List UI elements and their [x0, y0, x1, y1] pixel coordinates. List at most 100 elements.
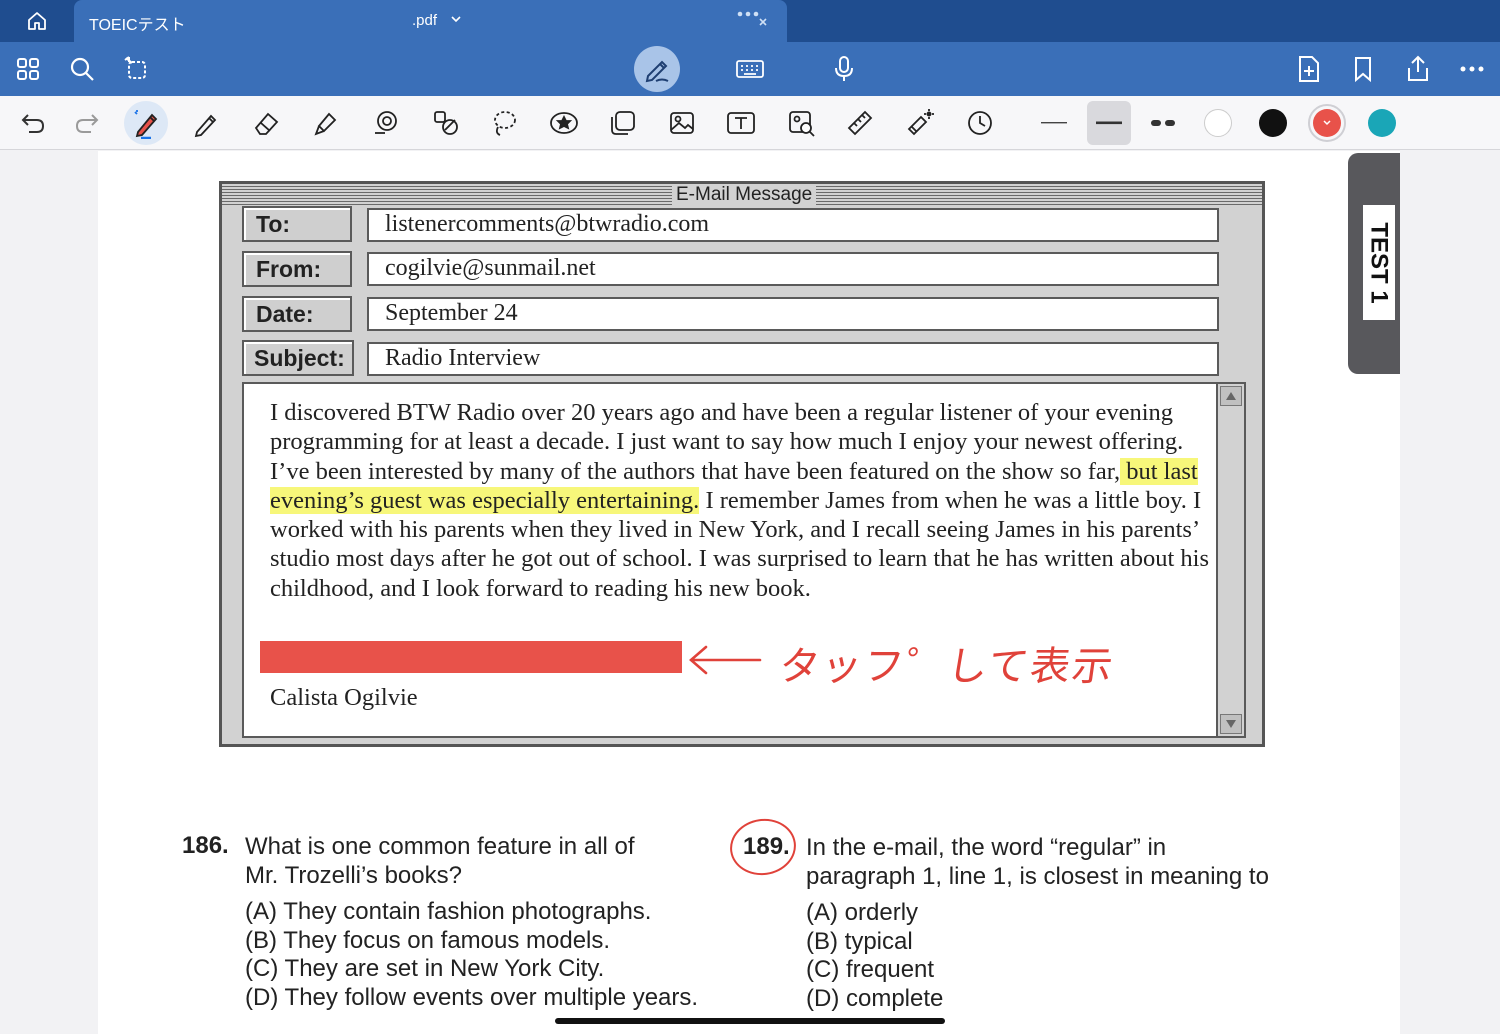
redo-button[interactable]	[67, 103, 107, 143]
from-label: From:	[242, 251, 352, 287]
color-white-swatch[interactable]	[1204, 109, 1232, 137]
more-button[interactable]	[1452, 49, 1492, 89]
microphone-icon	[835, 56, 853, 81]
chevron-down-icon[interactable]	[450, 13, 462, 25]
rotate-page-button[interactable]	[116, 49, 156, 89]
main-toolbar	[0, 42, 1500, 96]
eraser-tool-button[interactable]	[246, 103, 286, 143]
stroke-thick-button[interactable]	[1142, 101, 1186, 145]
email-body-text: I discovered BTW Radio over 20 years ago…	[270, 398, 1210, 603]
question-text-line: Mr. Trozelli’s books?	[245, 862, 462, 889]
tab-extension: .pdf	[412, 12, 438, 29]
recent-tools-button[interactable]	[960, 103, 1000, 143]
answer-option: (A) orderly	[806, 899, 919, 926]
ruler-tool-button[interactable]	[840, 103, 880, 143]
answer-option: (C) frequent	[806, 956, 935, 983]
highlighter-icon	[314, 112, 337, 136]
home-button[interactable]	[20, 6, 54, 36]
stroke-thin-button[interactable]	[1032, 101, 1076, 145]
window-title: E-Mail Message	[672, 184, 817, 206]
triangle-up-icon	[1226, 392, 1236, 400]
pen-mode-icon	[645, 60, 669, 83]
color-teal-swatch[interactable]	[1368, 109, 1396, 137]
laser-pointer-button[interactable]	[900, 103, 940, 143]
sticker-tool-button[interactable]	[544, 103, 584, 143]
pen-tool-button[interactable]	[124, 101, 168, 145]
arrow-left-icon	[689, 645, 762, 675]
more-icon	[1460, 66, 1484, 72]
shapes-icon	[434, 111, 458, 135]
subject-label: Subject:	[242, 340, 354, 376]
add-page-icon	[1299, 56, 1319, 82]
color-red-swatch[interactable]	[1313, 109, 1341, 137]
undo-button[interactable]	[13, 103, 53, 143]
share-icon	[1408, 55, 1428, 81]
question-text-line: In the e-mail, the word “regular” in	[806, 834, 1167, 861]
stroke-medium-button[interactable]	[1087, 101, 1131, 145]
keyboard-button[interactable]	[730, 49, 770, 89]
chevron-down-icon	[1323, 120, 1331, 126]
shape-tool-button[interactable]	[366, 103, 406, 143]
keyboard-icon	[736, 60, 764, 78]
color-black-swatch[interactable]	[1259, 109, 1287, 137]
lasso-tool-button[interactable]	[484, 103, 524, 143]
tab-close-icon[interactable]	[736, 4, 772, 26]
text-tool-button[interactable]	[721, 103, 761, 143]
add-page-button[interactable]	[1289, 49, 1329, 89]
test-section-label: TEST 1	[1363, 205, 1395, 320]
scan-tool-button[interactable]	[781, 103, 821, 143]
scroll-up-arrow	[1220, 386, 1242, 406]
pdf-page[interactable]: E-Mail Message To: listenercomments@btwr…	[98, 151, 1400, 1034]
annotation-toolbar	[0, 96, 1500, 150]
thin-stroke-icon	[1041, 122, 1067, 124]
thumbnails-button[interactable]	[8, 49, 48, 89]
image-tool-button[interactable]	[662, 103, 702, 143]
redo-icon	[75, 114, 99, 133]
date-label: Date:	[242, 296, 352, 332]
window-title-bar: E-Mail Message	[222, 184, 1262, 206]
pen-mode-button[interactable]	[634, 46, 680, 92]
answer-option: (C) They are set in New York City.	[245, 955, 605, 982]
ruler-icon	[847, 110, 873, 136]
answer-option: (B) They focus on famous models.	[245, 927, 611, 954]
tab-title: TOEICテスト	[89, 17, 186, 34]
hidden-text-mask[interactable]	[260, 641, 682, 673]
scan-icon	[789, 111, 815, 137]
to-field: listenercomments@btwradio.com	[367, 208, 1219, 242]
rotate-page-icon	[124, 56, 146, 79]
elements-icon	[611, 111, 635, 135]
scrollbar	[1216, 384, 1244, 736]
question-text: What is one common feature in all of Mr.…	[245, 832, 635, 890]
pencil-tool-button[interactable]	[186, 103, 226, 143]
shapes-select-button[interactable]	[426, 103, 466, 143]
question-text-line: paragraph 1, line 1, is closest in meani…	[806, 863, 1269, 890]
microphone-button[interactable]	[824, 49, 864, 89]
bookmark-button[interactable]	[1343, 49, 1383, 89]
handwritten-note: タッフ゜して表示	[776, 644, 1118, 690]
search-icon	[70, 57, 94, 81]
triangle-down-icon	[1226, 720, 1236, 728]
document-tab[interactable]: TOEICテスト .pdf	[74, 0, 787, 42]
shape-icon	[375, 111, 397, 134]
highlighter-tool-button[interactable]	[306, 103, 346, 143]
home-icon	[28, 12, 46, 30]
test-section-text: TEST 1	[1366, 221, 1394, 304]
date-field: September 24	[367, 297, 1219, 331]
share-button[interactable]	[1398, 49, 1438, 89]
medium-stroke-icon	[1096, 121, 1122, 125]
tab-bar: TOEICテスト .pdf	[0, 0, 1500, 42]
text-box-icon	[727, 112, 755, 134]
sticker-icon	[550, 112, 578, 134]
question-text-line: What is one common feature in all of	[245, 833, 635, 860]
question-text: In the e-mail, the word “regular” in par…	[806, 833, 1269, 891]
pen-icon	[134, 110, 158, 139]
home-indicator[interactable]	[555, 1018, 945, 1024]
subject-field: Radio Interview	[367, 342, 1219, 376]
elements-tool-button[interactable]	[603, 103, 643, 143]
question-number: 186.	[182, 832, 229, 859]
answer-option: (B) typical	[806, 928, 913, 955]
clock-icon	[968, 111, 992, 135]
grid-icon	[17, 58, 39, 80]
laser-pointer-icon	[907, 109, 934, 136]
search-button[interactable]	[62, 49, 102, 89]
